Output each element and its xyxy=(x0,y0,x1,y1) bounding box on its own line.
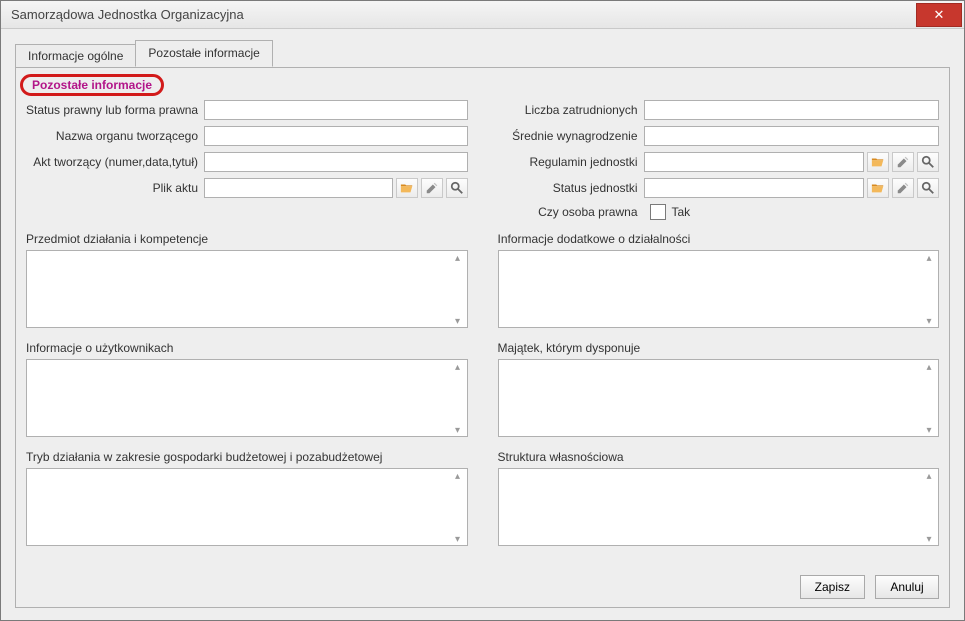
tab-panel: Pozostałe informacje Status prawny lub f… xyxy=(15,67,950,608)
scroll-down-icon: ▾ xyxy=(923,317,935,327)
column-left: Status prawny lub forma prawna Nazwa org… xyxy=(26,100,468,226)
dialog-footer: Zapisz Anuluj xyxy=(800,575,939,599)
input-akt-tworzacy[interactable] xyxy=(204,152,468,172)
input-srednie-wynagrodzenie[interactable] xyxy=(644,126,940,146)
scroll-up-icon: ▴ xyxy=(923,363,935,373)
status-open-button[interactable] xyxy=(867,178,889,198)
textarea-informacje-dodatkowe[interactable] xyxy=(498,250,940,328)
plik-aktu-edit-button[interactable] xyxy=(421,178,443,198)
label-status-jednostki: Status jednostki xyxy=(498,181,644,195)
window-title: Samorządowa Jednostka Organizacyjna xyxy=(11,7,244,22)
cancel-button[interactable]: Anuluj xyxy=(875,575,939,599)
label-tryb-dzialania: Tryb działania w zakresie gospodarki bud… xyxy=(26,450,468,464)
pencil-icon xyxy=(425,181,439,195)
label-czy-osoba-prawna: Czy osoba prawna xyxy=(498,205,644,219)
status-search-button[interactable] xyxy=(917,178,939,198)
textarea-column-left: Przedmiot działania i kompetencje ▴ ▾ In… xyxy=(26,232,468,559)
plik-aktu-search-button[interactable] xyxy=(446,178,468,198)
close-icon: ✕ xyxy=(934,7,945,23)
scroll-down-icon: ▾ xyxy=(452,426,464,436)
label-regulamin-jednostki: Regulamin jednostki xyxy=(498,155,644,169)
input-status-jednostki[interactable] xyxy=(644,178,865,198)
status-edit-button[interactable] xyxy=(892,178,914,198)
textarea-struktura-wlasnosciowa[interactable] xyxy=(498,468,940,546)
input-plik-aktu[interactable] xyxy=(204,178,393,198)
label-akt-tworzacy: Akt tworzący (numer,data,tytuł) xyxy=(26,155,204,169)
scroll-down-icon: ▾ xyxy=(452,535,464,545)
textarea-columns: Przedmiot działania i kompetencje ▴ ▾ In… xyxy=(26,232,939,559)
label-przedmiot-dzialania: Przedmiot działania i kompetencje xyxy=(26,232,468,246)
label-majatek: Majątek, którym dysponuje xyxy=(498,341,940,355)
textarea-informacje-uzytkownikach[interactable] xyxy=(26,359,468,437)
tab-informacje-ogolne[interactable]: Informacje ogólne xyxy=(15,44,136,68)
textarea-przedmiot-dzialania[interactable] xyxy=(26,250,468,328)
textarea-majatek[interactable] xyxy=(498,359,940,437)
label-status-prawny: Status prawny lub forma prawna xyxy=(26,103,204,117)
plik-aktu-open-button[interactable] xyxy=(396,178,418,198)
checkbox-czy-osoba-prawna-label: Tak xyxy=(672,205,691,219)
client-area: Informacje ogólne Pozostałe informacje P… xyxy=(1,29,964,620)
checkbox-czy-osoba-prawna[interactable] xyxy=(650,204,666,220)
scroll-down-icon: ▾ xyxy=(452,317,464,327)
label-nazwa-organu: Nazwa organu tworzącego xyxy=(26,129,204,143)
pencil-icon xyxy=(896,181,910,195)
dialog-window: Samorządowa Jednostka Organizacyjna ✕ In… xyxy=(0,0,965,621)
label-informacje-dodatkowe: Informacje dodatkowe o działalności xyxy=(498,232,940,246)
label-plik-aktu: Plik aktu xyxy=(26,181,204,195)
save-button[interactable]: Zapisz xyxy=(800,575,865,599)
scroll-up-icon: ▴ xyxy=(452,472,464,482)
form-columns: Status prawny lub forma prawna Nazwa org… xyxy=(26,100,939,226)
label-liczba-zatrudnionych: Liczba zatrudnionych xyxy=(498,103,644,117)
scroll-down-icon: ▾ xyxy=(923,535,935,545)
magnifier-icon xyxy=(450,181,464,195)
label-srednie-wynagrodzenie: Średnie wynagrodzenie xyxy=(498,129,644,143)
textarea-tryb-dzialania[interactable] xyxy=(26,468,468,546)
input-liczba-zatrudnionych[interactable] xyxy=(644,100,940,120)
scroll-up-icon: ▴ xyxy=(923,472,935,482)
input-regulamin-jednostki[interactable] xyxy=(644,152,865,172)
input-status-prawny[interactable] xyxy=(204,100,468,120)
titlebar: Samorządowa Jednostka Organizacyjna ✕ xyxy=(1,1,964,29)
label-informacje-uzytkownikach: Informacje o użytkownikach xyxy=(26,341,468,355)
close-button[interactable]: ✕ xyxy=(916,3,962,27)
regulamin-search-button[interactable] xyxy=(917,152,939,172)
section-header: Pozostałe informacje xyxy=(26,78,158,92)
regulamin-edit-button[interactable] xyxy=(892,152,914,172)
column-right: Liczba zatrudnionych Średnie wynagrodzen… xyxy=(498,100,940,226)
section-title: Pozostałe informacje xyxy=(26,78,158,92)
folder-open-icon xyxy=(400,181,414,195)
pencil-icon xyxy=(896,155,910,169)
scroll-down-icon: ▾ xyxy=(923,426,935,436)
input-nazwa-organu[interactable] xyxy=(204,126,468,146)
scroll-up-icon: ▴ xyxy=(923,254,935,264)
label-struktura-wlasnosciowa: Struktura własnościowa xyxy=(498,450,940,464)
scroll-up-icon: ▴ xyxy=(452,363,464,373)
folder-open-icon xyxy=(871,181,885,195)
scroll-up-icon: ▴ xyxy=(452,254,464,264)
tab-strip: Informacje ogólne Pozostałe informacje xyxy=(15,43,950,67)
magnifier-icon xyxy=(921,181,935,195)
folder-open-icon xyxy=(871,155,885,169)
regulamin-open-button[interactable] xyxy=(867,152,889,172)
magnifier-icon xyxy=(921,155,935,169)
textarea-column-right: Informacje dodatkowe o działalności ▴ ▾ … xyxy=(498,232,940,559)
tab-pozostale-informacje[interactable]: Pozostałe informacje xyxy=(135,40,272,67)
